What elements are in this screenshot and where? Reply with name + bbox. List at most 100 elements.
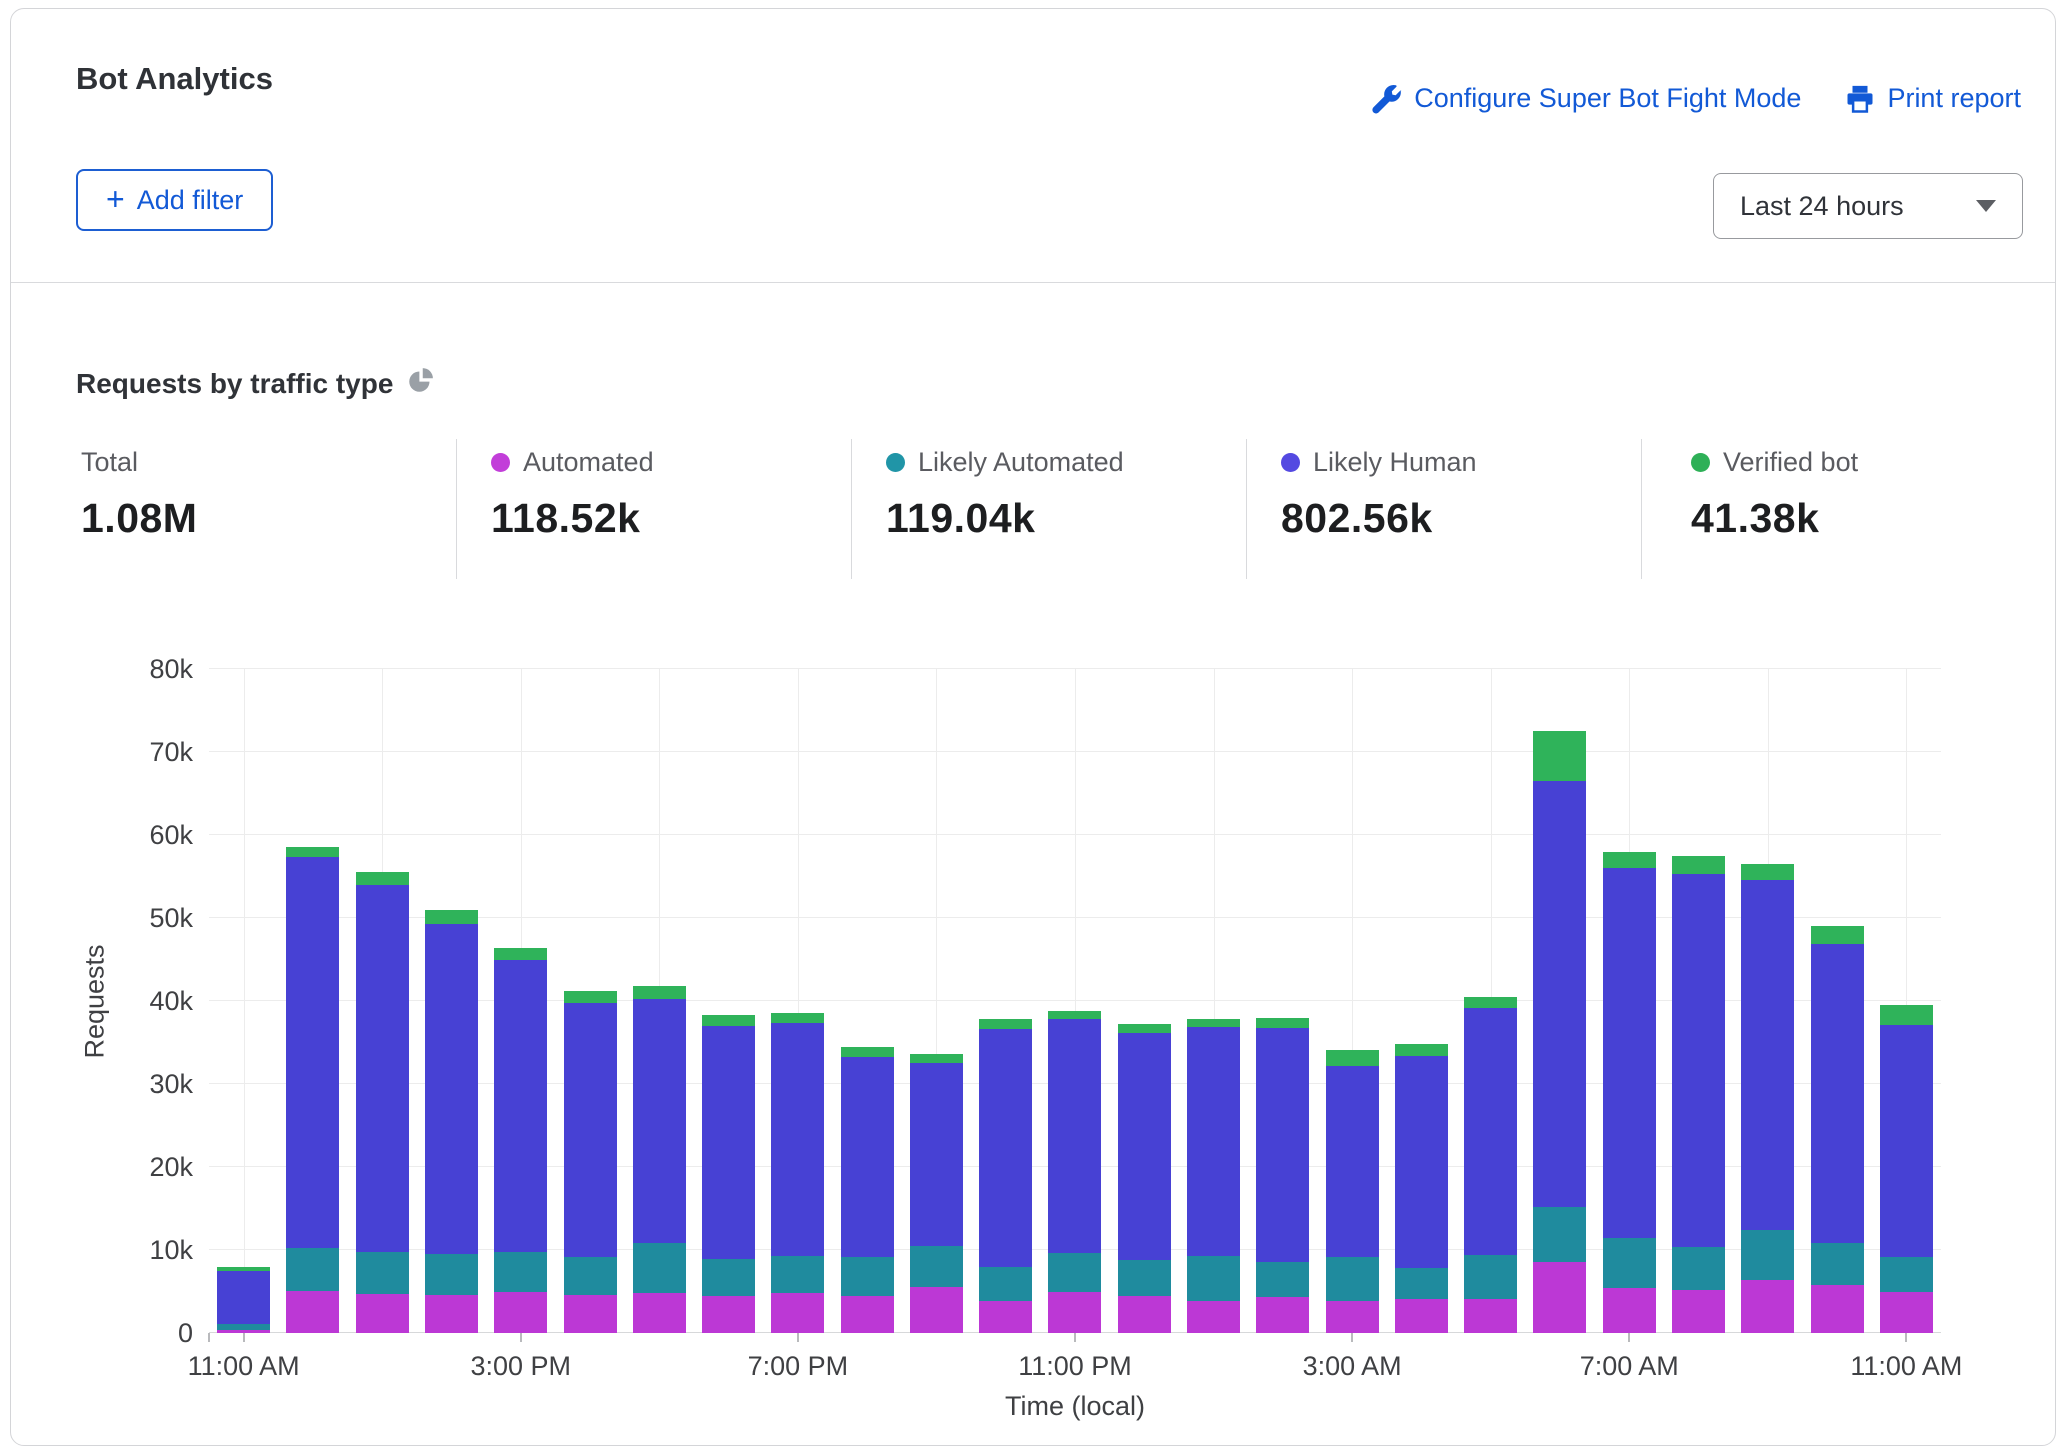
bar[interactable]	[1741, 864, 1794, 1333]
bar-segment	[771, 1023, 824, 1255]
bar-slot	[278, 669, 347, 1333]
bar[interactable]	[1533, 731, 1586, 1333]
bar-slot	[1110, 669, 1179, 1333]
bar-segment	[1533, 1207, 1586, 1263]
bar-segment	[1395, 1268, 1448, 1299]
bar-segment	[425, 924, 478, 1254]
bar-segment	[1326, 1066, 1379, 1258]
configure-super-bot-fight-mode-link[interactable]: Configure Super Bot Fight Mode	[1372, 83, 1801, 114]
x-tick-mark	[1074, 1333, 1076, 1342]
bar-slot	[555, 669, 624, 1333]
bar-segment	[910, 1287, 963, 1333]
bar-segment	[1672, 874, 1725, 1247]
bar-segment	[494, 1292, 547, 1333]
stat-column: Total 1.08M	[81, 445, 197, 542]
bar[interactable]	[425, 910, 478, 1333]
page-title: Bot Analytics	[76, 61, 273, 97]
bar-segment	[1811, 926, 1864, 943]
bar-slot	[1733, 669, 1802, 1333]
x-tick-label: 3:00 PM	[470, 1351, 571, 1382]
y-tick-label: 40k	[101, 986, 193, 1017]
bar-slot	[625, 669, 694, 1333]
x-tick-mark	[1628, 1333, 1630, 1342]
bar-segment	[841, 1047, 894, 1058]
bar-segment	[425, 910, 478, 924]
bar-segment	[1256, 1028, 1309, 1262]
bar-segment	[1118, 1024, 1171, 1032]
bar-segment	[1395, 1299, 1448, 1333]
bar[interactable]	[217, 1267, 270, 1333]
bar[interactable]	[494, 948, 547, 1333]
section-title-label: Requests by traffic type	[76, 368, 393, 400]
x-tick-label: 7:00 AM	[1580, 1351, 1679, 1382]
stat-column: Automated 118.52k	[491, 445, 654, 542]
x-tick-label: 11:00 AM	[188, 1351, 300, 1382]
bar[interactable]	[1326, 1050, 1379, 1333]
bar[interactable]	[1187, 1019, 1240, 1333]
bot-analytics-card: Bot Analytics Configure Super Bot Fight …	[10, 8, 2056, 1446]
bar-segment	[1118, 1296, 1171, 1333]
bar[interactable]	[771, 1013, 824, 1333]
bar[interactable]	[633, 986, 686, 1333]
stat-divider	[1641, 439, 1642, 579]
stat-value: 1.08M	[81, 495, 197, 542]
bar[interactable]	[1880, 1005, 1933, 1333]
bar-slot	[763, 669, 832, 1333]
bar-segment	[1603, 868, 1656, 1237]
y-tick-label: 30k	[101, 1069, 193, 1100]
bar-segment	[1880, 1292, 1933, 1333]
stat-divider	[456, 439, 457, 579]
axis-corner-tick	[208, 1333, 210, 1342]
bar-segment	[702, 1026, 755, 1259]
bar-segment	[1395, 1056, 1448, 1268]
add-filter-button[interactable]: + Add filter	[76, 169, 273, 231]
bar[interactable]	[564, 991, 617, 1333]
bar[interactable]	[1048, 1011, 1101, 1333]
x-tick-mark	[1905, 1333, 1907, 1342]
bar-segment	[1464, 997, 1517, 1008]
bar-segment	[494, 1252, 547, 1293]
bar-segment	[1048, 1019, 1101, 1253]
pie-chart-icon	[407, 367, 434, 401]
bar[interactable]	[841, 1047, 894, 1333]
bar[interactable]	[1256, 1018, 1309, 1333]
bar-segment	[841, 1057, 894, 1256]
bar[interactable]	[979, 1019, 1032, 1333]
configure-link-label: Configure Super Bot Fight Mode	[1414, 83, 1801, 114]
bar[interactable]	[1603, 852, 1656, 1333]
legend-dot	[886, 453, 905, 472]
bar[interactable]	[1118, 1024, 1171, 1333]
bar-segment	[1672, 1290, 1725, 1333]
bar-segment	[1741, 1230, 1794, 1280]
bar[interactable]	[356, 872, 409, 1333]
y-tick-label: 80k	[101, 654, 193, 685]
bar[interactable]	[286, 847, 339, 1333]
bar-segment	[979, 1267, 1032, 1302]
bar-segment	[841, 1296, 894, 1333]
bar-segment	[771, 1013, 824, 1024]
bar-segment	[633, 1243, 686, 1294]
legend-dot	[1281, 453, 1300, 472]
bar-segment	[1256, 1018, 1309, 1027]
bar-slot	[209, 669, 278, 1333]
wrench-icon	[1372, 84, 1402, 114]
bar[interactable]	[1672, 856, 1725, 1333]
bar[interactable]	[702, 1015, 755, 1333]
bar-segment	[633, 1293, 686, 1333]
bar-segment	[1326, 1301, 1379, 1333]
bar-slot	[1525, 669, 1594, 1333]
bar[interactable]	[1811, 926, 1864, 1333]
bar[interactable]	[1464, 997, 1517, 1333]
bar-segment	[1811, 944, 1864, 1243]
plus-icon: +	[106, 183, 125, 215]
print-report-link[interactable]: Print report	[1845, 83, 2021, 114]
chart-plot	[209, 669, 1941, 1333]
bar[interactable]	[910, 1054, 963, 1333]
bar[interactable]	[1395, 1044, 1448, 1333]
time-range-select[interactable]: Last 24 hours	[1713, 173, 2023, 239]
stat-column: Verified bot 41.38k	[1691, 445, 1858, 542]
bar-segment	[1048, 1253, 1101, 1291]
bar-slot	[1387, 669, 1456, 1333]
stat-label: Automated	[523, 447, 654, 478]
bar-segment	[1880, 1257, 1933, 1292]
